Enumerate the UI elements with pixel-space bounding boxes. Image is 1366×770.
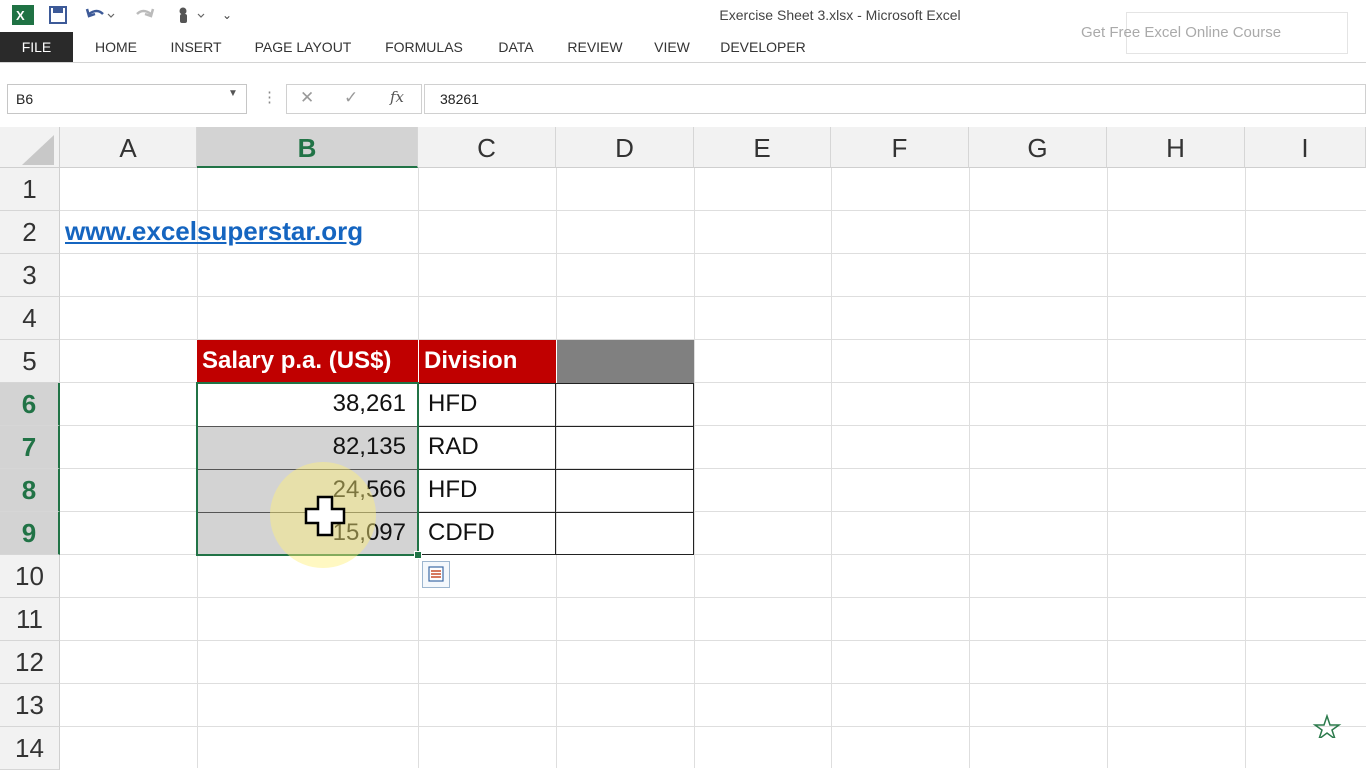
table-border <box>418 469 694 470</box>
row-header-8[interactable]: 8 <box>0 469 60 512</box>
formula-input[interactable] <box>424 84 1366 114</box>
tab-insert[interactable]: INSERT <box>163 32 229 62</box>
tab-formulas[interactable]: FORMULAS <box>376 32 472 62</box>
window-title: Exercise Sheet 3.xlsx - Microsoft Excel <box>719 7 961 23</box>
touch-mode-icon[interactable] <box>172 4 208 26</box>
tab-view[interactable]: VIEW <box>646 32 698 62</box>
row-header-7[interactable]: 7 <box>0 426 60 469</box>
row-header-11[interactable]: 11 <box>0 598 60 641</box>
chevron-down-icon[interactable]: ▼ <box>228 88 238 99</box>
column-header-g[interactable]: G <box>969 127 1107 168</box>
column-header-h[interactable]: H <box>1107 127 1245 168</box>
column-header-e[interactable]: E <box>694 127 831 168</box>
row-header-5[interactable]: 5 <box>0 340 60 383</box>
gridline <box>60 683 1366 684</box>
website-link[interactable]: www.excelsuperstar.org <box>65 216 363 247</box>
row-header-10[interactable]: 10 <box>0 555 60 598</box>
excel-logo-icon: X <box>10 4 36 26</box>
gridline <box>60 640 1366 641</box>
row-header-4[interactable]: 4 <box>0 297 60 340</box>
gridline <box>60 726 1366 727</box>
gridline <box>60 210 1366 211</box>
formula-value: 38261 <box>440 91 479 107</box>
fill-handle[interactable] <box>414 551 422 559</box>
cursor-cross-icon <box>304 495 346 542</box>
undo-icon[interactable] <box>82 4 118 26</box>
tab-review[interactable]: REVIEW <box>560 32 630 62</box>
row-header-13[interactable]: 13 <box>0 684 60 727</box>
row-header-14[interactable]: 14 <box>0 727 60 770</box>
header-salary[interactable]: Salary p.a. (US$) <box>197 340 418 383</box>
column-header-f[interactable]: F <box>831 127 969 168</box>
gridline <box>60 597 1366 598</box>
tab-developer[interactable]: DEVELOPER <box>714 32 812 62</box>
row-header-12[interactable]: 12 <box>0 641 60 684</box>
enter-icon[interactable]: ✓ <box>344 88 358 108</box>
save-icon[interactable] <box>46 4 70 26</box>
select-all-button[interactable] <box>0 127 60 168</box>
column-header-i[interactable]: I <box>1245 127 1366 168</box>
ribbon-collapsed-area <box>0 63 1366 83</box>
row-header-3[interactable]: 3 <box>0 254 60 297</box>
select-all-icon <box>22 135 54 165</box>
tab-home[interactable]: HOME <box>85 32 147 62</box>
cancel-icon[interactable]: ✕ <box>300 88 314 108</box>
customize-toolbar-icon[interactable]: ⌄ <box>220 4 234 26</box>
tab-data[interactable]: DATA <box>487 32 545 62</box>
excel-superstar-logo-icon <box>1310 713 1344 751</box>
row-header-2[interactable]: 2 <box>0 211 60 254</box>
tab-file[interactable]: FILE <box>0 32 73 62</box>
column-header-d[interactable]: D <box>556 127 694 168</box>
promo-banner[interactable]: Get Free Excel Online Course <box>1081 12 1348 54</box>
svg-text:X: X <box>16 8 25 23</box>
column-header-c[interactable]: C <box>418 127 556 168</box>
header-empty-cell[interactable] <box>556 340 694 383</box>
column-header-a[interactable]: A <box>60 127 197 168</box>
drag-handle-icon[interactable]: ⋮ <box>262 88 277 106</box>
row-header-9[interactable]: 9 <box>0 512 60 555</box>
row-header-1[interactable]: 1 <box>0 168 60 211</box>
table-border <box>418 426 694 427</box>
tab-page-layout[interactable]: PAGE LAYOUT <box>245 32 361 62</box>
row-header-6[interactable]: 6 <box>0 383 60 426</box>
header-division[interactable]: Division <box>418 340 556 383</box>
gridline <box>60 253 1366 254</box>
redo-icon[interactable] <box>130 4 166 26</box>
insert-function-icon[interactable]: fx <box>390 88 404 106</box>
column-header-b[interactable]: B <box>197 127 418 168</box>
name-box[interactable] <box>7 84 247 114</box>
gridline <box>60 296 1366 297</box>
name-box-value: B6 <box>16 91 34 107</box>
table-border <box>418 512 694 513</box>
quick-analysis-icon[interactable] <box>422 561 450 588</box>
